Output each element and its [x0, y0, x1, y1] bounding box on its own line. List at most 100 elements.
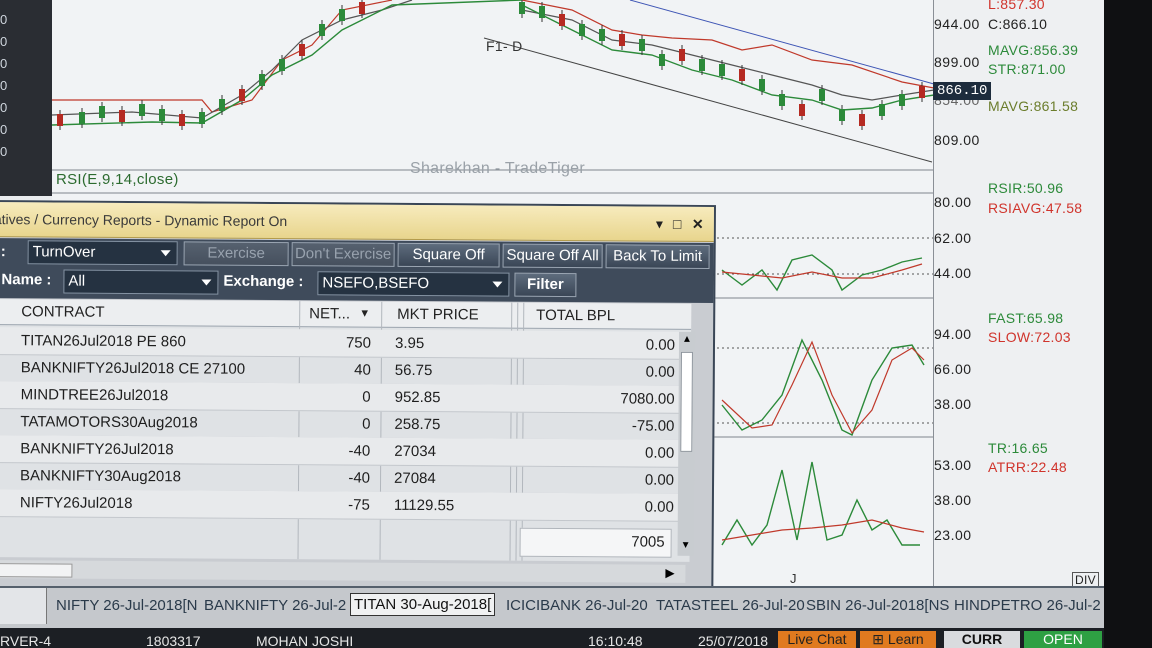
net-cell: 0 — [362, 388, 371, 406]
candle-body — [699, 59, 705, 71]
left-strip-glyph: 0 — [0, 12, 8, 27]
total-bpl-cell: 0.00 — [644, 471, 675, 489]
sort-desc-icon[interactable]: ▼ — [359, 308, 370, 320]
square-off-all-button[interactable]: Square Off All — [502, 243, 603, 269]
filter-button[interactable]: Filter — [514, 272, 577, 298]
column-header-net[interactable]: NET... — [309, 305, 350, 322]
live-chat-button[interactable]: Live Chat — [778, 631, 856, 648]
chevron-down-icon — [201, 279, 212, 286]
candle-body — [799, 104, 805, 116]
ticker-tab[interactable]: TATASTEEL 26-Jul-20 — [656, 597, 805, 614]
contract-cell: BANKNIFTY26Jul2018 CE 27100 — [20, 359, 246, 378]
report-type-value: TurnOver — [32, 243, 96, 261]
mavg2-value: MAVG:861.58 — [988, 98, 1079, 114]
scrollbar-thumb[interactable] — [0, 563, 73, 578]
dynamic-report-window[interactable]: atives / Currency Reports - Dynamic Repo… — [0, 200, 716, 595]
atr-tick: 23.00 — [934, 527, 972, 543]
candle-body — [679, 49, 685, 61]
learn-icon: ⊞ — [872, 631, 888, 647]
name-dropdown[interactable]: All — [63, 269, 219, 295]
left-strip-glyph: 0 — [0, 100, 8, 115]
table-row[interactable]: NIFTY26Jul2018 -75 11129.55 0.00 — [0, 489, 690, 522]
candle-body — [619, 34, 625, 46]
left-strip-glyph: 0 — [0, 78, 8, 93]
scroll-up-icon[interactable]: ▲ — [682, 334, 692, 345]
vertical-scrollbar[interactable]: ▲ ▼ — [677, 331, 696, 556]
exchange-dropdown[interactable]: NSEFO,BSEFO — [317, 271, 510, 297]
report-grid[interactable]: CONTRACT NET... ▼ MKT PRICE TOTAL BPL TI… — [0, 299, 696, 562]
candle-body — [299, 44, 305, 56]
dont-exercise-button[interactable]: Don't Exercise — [291, 242, 395, 267]
str-value: STR:871.00 — [988, 61, 1066, 77]
mkt-price-cell: 11129.55 — [393, 496, 455, 515]
low-value: L:857.30 — [988, 0, 1045, 12]
square-off-button[interactable]: Square Off — [397, 242, 500, 268]
atrr-value: ATRR:22.48 — [988, 459, 1067, 475]
scroll-right-icon[interactable]: ▶ — [665, 566, 674, 580]
current-date: 25/07/2018 — [698, 633, 769, 648]
total-bpl-cell: -75.00 — [631, 417, 675, 435]
ticker-tab-active[interactable]: TITAN 30-Aug-2018[ — [350, 593, 496, 616]
stoch-tick: 94.00 — [934, 326, 972, 342]
scrollbar-thumb[interactable] — [680, 351, 693, 452]
ticker-tab[interactable]: NIFTY 26-Jul-2018[N — [56, 597, 197, 614]
client-id: 1803317 — [146, 633, 201, 648]
ticker-tab-bar: NIFTY 26-Jul-2018[N BANKNIFTY 26-Jul-2 T… — [0, 586, 1104, 628]
fast-value: FAST:65.98 — [988, 310, 1064, 326]
left-strip-glyph: 0 — [0, 56, 8, 71]
horizontal-scrollbar[interactable]: ▶ — [0, 560, 686, 583]
close-icon[interactable]: ✕ — [692, 216, 704, 233]
user-name: MOHAN JOSHI — [256, 633, 354, 648]
back-to-limit-button[interactable]: Back To Limit — [605, 244, 710, 270]
candle-body — [359, 2, 365, 14]
stoch-tick: 66.00 — [934, 361, 972, 377]
candle-body — [139, 104, 145, 116]
contract-cell: MINDTREE26Jul2018 — [20, 386, 169, 405]
candle-body — [819, 89, 825, 101]
chevron-down-icon — [492, 281, 503, 288]
maximize-icon[interactable]: □ — [673, 216, 682, 232]
price-candles — [57, 0, 925, 130]
column-header-mkt-price[interactable]: MKT PRICE — [397, 306, 479, 324]
total-bpl-cell: 0.00 — [645, 363, 675, 381]
exercise-button[interactable]: Exercise — [183, 241, 289, 267]
total-bpl-cell: 0.00 — [645, 336, 676, 354]
currency-segment-button[interactable]: CURR — [944, 631, 1020, 648]
rsi-tick: 62.00 — [934, 230, 972, 246]
candle-body — [899, 94, 905, 106]
mkt-price-cell: 3.95 — [394, 334, 425, 353]
slow-value: SLOW:72.03 — [988, 329, 1071, 345]
report-type-dropdown[interactable]: TurnOver — [27, 240, 178, 266]
report-type-label: t : — [0, 243, 6, 261]
candle-body — [659, 54, 665, 66]
candle-body — [839, 109, 845, 121]
ticker-tab[interactable]: ICICIBANK 26-Jul-20 — [506, 597, 648, 614]
total-bpl-value: 7005 — [631, 533, 665, 551]
window-titlebar[interactable]: atives / Currency Reports - Dynamic Repo… — [0, 202, 714, 243]
contract-cell: NIFTY26Jul2018 — [19, 494, 133, 513]
candle-body — [159, 109, 165, 121]
ticker-tab[interactable]: SBIN 26-Jul-2018[NS — [806, 597, 949, 614]
mavg1-value: MAVG:856.39 — [988, 42, 1079, 58]
ticker-tab[interactable]: HINDPETRO 26-Jul-2 — [954, 597, 1101, 614]
column-header-contract[interactable]: CONTRACT — [21, 303, 104, 321]
ticker-tab[interactable]: BANKNIFTY 26-Jul-2 — [204, 597, 346, 614]
name-label: Name : — [1, 271, 52, 289]
mkt-price-cell: 27084 — [394, 469, 436, 488]
candle-body — [279, 59, 285, 71]
scroll-down-icon[interactable]: ▼ — [681, 540, 691, 551]
rsi-label: RSI(E,9,14,close) — [56, 171, 179, 188]
candle-body — [719, 64, 725, 76]
column-header-total-bpl[interactable]: TOTAL BPL — [536, 307, 615, 325]
rsi-tick: 80.00 — [934, 194, 972, 210]
contract-cell: BANKNIFTY30Aug2018 — [20, 467, 182, 486]
exchange-value: NSEFO,BSEFO — [322, 274, 430, 293]
total-bpl-cell: 0.00 — [644, 444, 675, 462]
candle-body — [219, 99, 225, 111]
chart-watermark: Sharekhan - TradeTiger — [410, 160, 585, 177]
dropdown-icon[interactable]: ▾ — [656, 216, 663, 233]
ticker-left-box — [0, 588, 47, 624]
candle-body — [779, 94, 785, 106]
learn-button[interactable]: ⊞ Learn — [860, 631, 936, 648]
rsir-value: RSIR:50.96 — [988, 180, 1064, 196]
